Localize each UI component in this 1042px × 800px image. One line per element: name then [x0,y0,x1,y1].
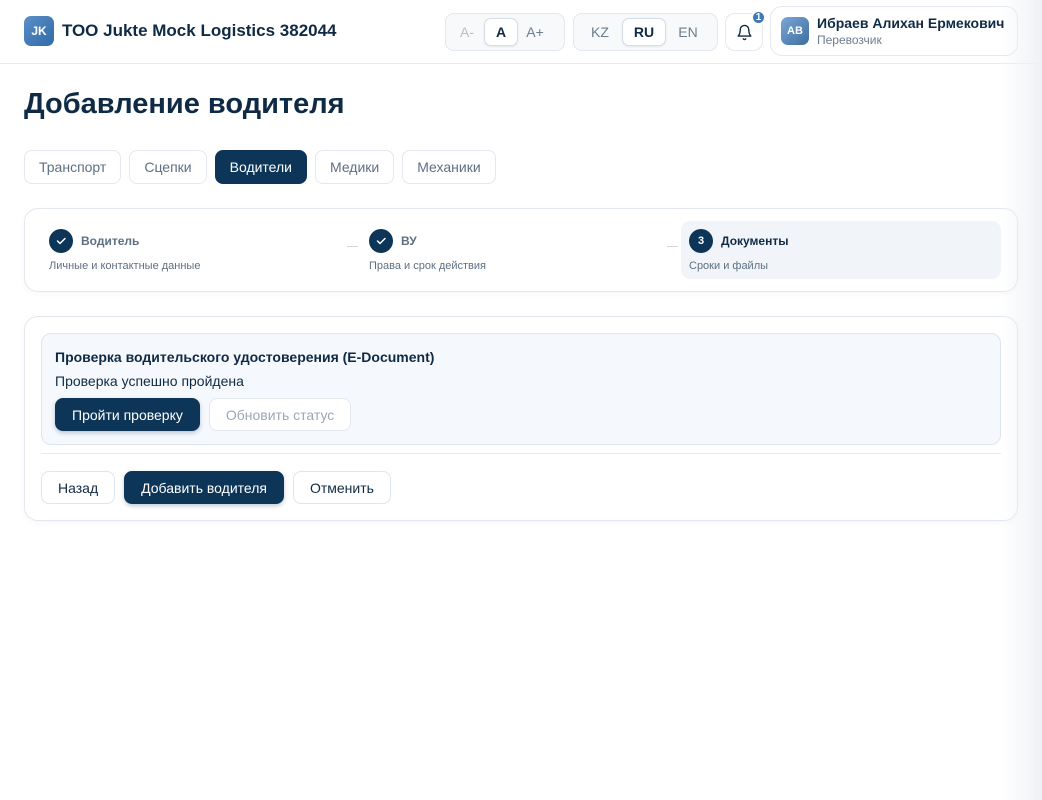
font-size-switcher: A- A A+ [445,13,565,51]
step-driver[interactable]: Водитель Личные и контактные данные [41,221,341,279]
user-name: Ибраев Алихан Ермекович [817,15,1005,31]
step-license[interactable]: ВУ Права и срок действия [361,221,661,279]
step-connector [667,246,678,247]
step-title: Водитель [81,234,140,248]
section-tabs: Транспорт Сцепки Водители Медики Механик… [24,150,496,184]
step-number: 3 [689,229,713,253]
font-increase-button[interactable]: A+ [518,18,552,46]
lang-en-button[interactable]: EN [666,18,710,46]
tab-medics[interactable]: Медики [315,150,395,184]
cancel-button[interactable]: Отменить [292,471,391,504]
check-icon [49,229,73,253]
user-menu[interactable]: AB Ибраев Алихан Ермекович Перевозчик [770,6,1018,56]
language-switcher: KZ RU EN [573,13,718,51]
brand[interactable]: JK ТОО Jukte Mock Logistics 382044 [24,16,337,46]
tab-trailers[interactable]: Сцепки [129,150,207,184]
notifications-button[interactable]: 1 [725,10,766,51]
check-icon [369,229,393,253]
step-subtitle: Личные и контактные данные [49,260,201,272]
form-card: Проверка водительского удостоверения (E-… [24,316,1018,521]
company-name: ТОО Jukte Mock Logistics 382044 [62,21,337,40]
step-connector [347,246,358,247]
run-check-button[interactable]: Пройти проверку [55,398,200,431]
refresh-status-button[interactable]: Обновить статус [208,398,352,431]
divider [41,453,1001,454]
notification-badge: 1 [751,10,766,25]
step-subtitle: Сроки и файлы [689,260,769,272]
tab-transport[interactable]: Транспорт [24,150,122,184]
stepper: Водитель Личные и контактные данные ВУ П… [24,208,1018,292]
user-role: Перевозчик [817,33,882,47]
back-button[interactable]: Назад [41,471,116,504]
app-header: JK ТОО Jukte Mock Logistics 382044 A- A … [0,0,1042,64]
step-title: Документы [721,234,789,248]
bell-icon [736,24,753,41]
verification-title: Проверка водительского удостоверения (E-… [55,349,435,365]
tab-drivers[interactable]: Водители [214,150,307,184]
step-title: ВУ [401,234,417,248]
step-documents[interactable]: 3 Документы Сроки и файлы [681,221,1001,279]
verification-status: Проверка успешно пройдена [55,373,244,389]
verification-panel: Проверка водительского удостоверения (E-… [41,333,1001,445]
avatar: AB [781,17,809,45]
lang-kz-button[interactable]: KZ [578,18,622,46]
font-decrease-button[interactable]: A- [450,18,484,46]
page-title: Добавление водителя [24,88,345,120]
brand-logo: JK [24,16,54,46]
font-normal-button[interactable]: A [484,18,518,46]
tab-mechanics[interactable]: Механики [402,150,496,184]
add-driver-button[interactable]: Добавить водителя [124,471,284,504]
step-subtitle: Права и срок действия [369,260,487,272]
lang-ru-button[interactable]: RU [622,18,666,46]
